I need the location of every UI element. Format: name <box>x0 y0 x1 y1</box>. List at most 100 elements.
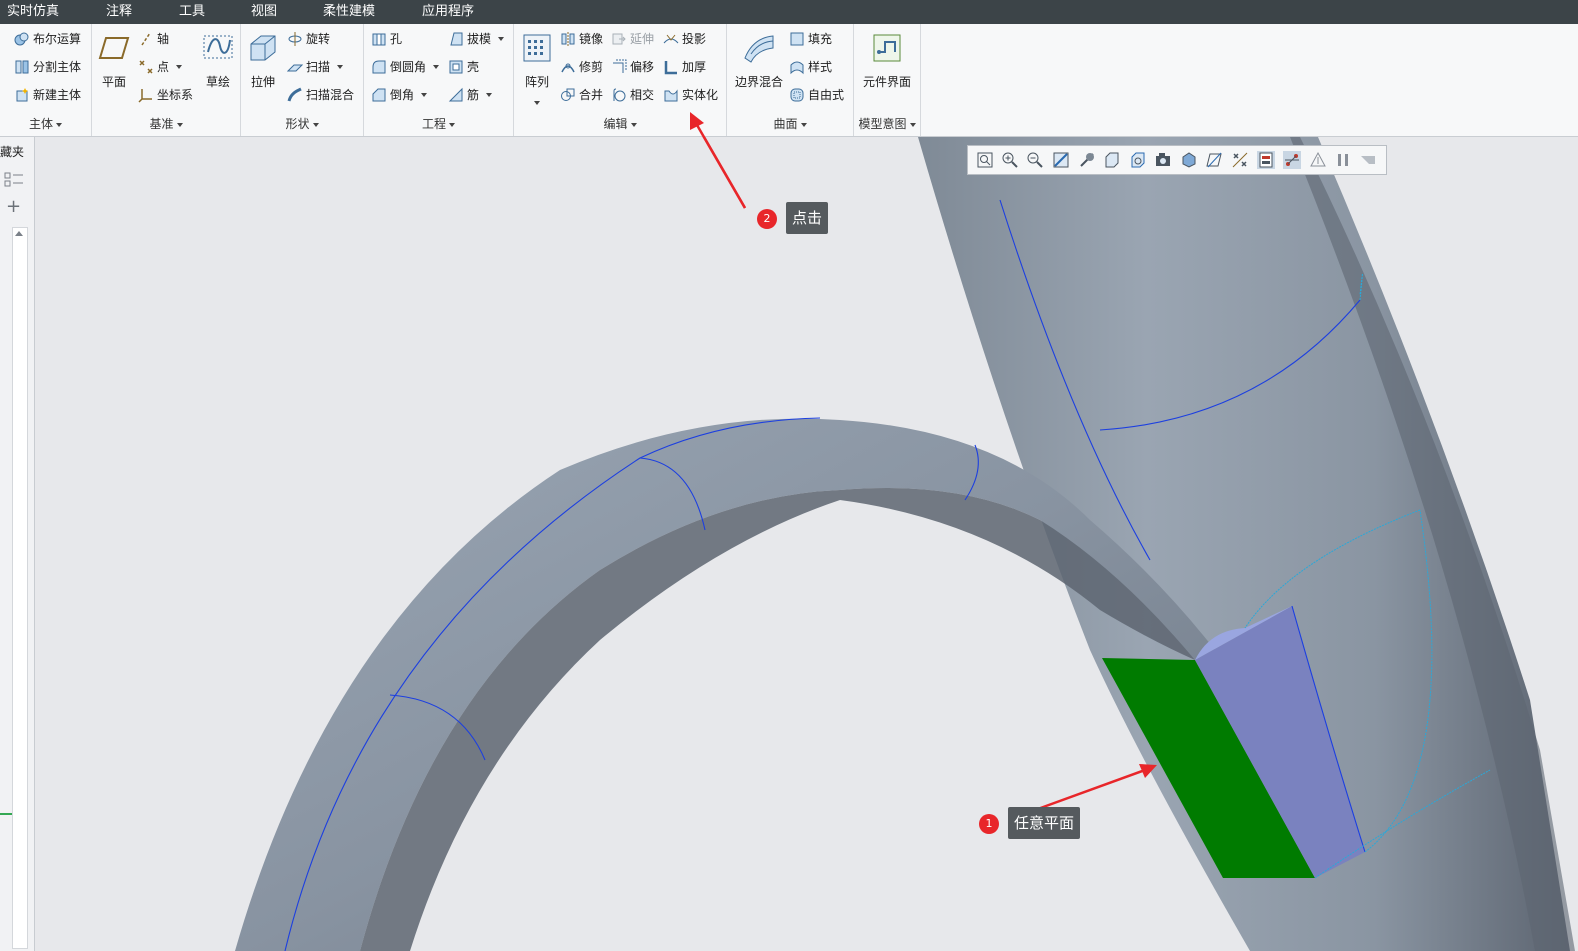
menu-view[interactable]: 视图 <box>251 0 277 24</box>
extrude-button[interactable]: 拉伸 <box>247 32 279 90</box>
menu-flexible-modeling[interactable]: 柔性建模 <box>323 0 375 24</box>
hole-button[interactable]: 孔 <box>371 28 402 50</box>
split-body-button[interactable]: 分割主体 <box>14 56 81 78</box>
offset-button[interactable]: 偏移 <box>611 56 654 78</box>
zoom-fit-icon[interactable] <box>976 151 994 169</box>
intersect-button[interactable]: 相交 <box>611 84 654 106</box>
perspective-icon[interactable] <box>1309 151 1327 169</box>
add-icon[interactable]: + <box>6 198 22 216</box>
favorites-tab[interactable]: 藏夹 <box>0 143 34 161</box>
saved-orientation-icon[interactable] <box>1154 151 1172 169</box>
spin-icon[interactable] <box>1078 151 1096 169</box>
fill-label: 填充 <box>808 32 833 46</box>
offset-icon <box>613 59 627 73</box>
sweep-button[interactable]: 扫描 <box>287 56 344 78</box>
rib-button[interactable]: 筋 <box>448 84 493 106</box>
trim-label: 修剪 <box>579 60 604 74</box>
style-button[interactable]: 样式 <box>789 56 832 78</box>
pattern-label: 阵列 <box>524 75 549 89</box>
new-body-button[interactable]: 新建主体 <box>14 84 81 106</box>
mirror-icon <box>561 32 575 46</box>
named-view-icon[interactable] <box>1103 151 1121 169</box>
solidify-label: 实体化 <box>682 88 719 102</box>
axis-button[interactable]: 轴 <box>138 28 169 50</box>
group-shapes-label[interactable]: 形状 <box>241 115 363 132</box>
model-render[interactable] <box>35 137 1578 951</box>
extend-label: 延伸 <box>630 32 655 46</box>
datum-display-icon[interactable] <box>1205 151 1223 169</box>
draft-label: 拔模 <box>467 32 492 46</box>
offset-label: 偏移 <box>630 60 655 74</box>
menu-simulation[interactable]: 实时仿真 <box>7 0 59 24</box>
pattern-button[interactable]: 阵列 <box>521 32 553 108</box>
display-style-icon[interactable] <box>1180 151 1198 169</box>
chamfer-label: 倒角 <box>390 88 415 102</box>
model-tree-panel: 藏夹 + <box>0 137 35 951</box>
freestyle-button[interactable]: 自由式 <box>789 84 844 106</box>
step1-callout: 任意平面 <box>1008 807 1081 839</box>
round-dropdown-icon <box>433 65 440 69</box>
annotation-display-icon[interactable] <box>1231 151 1249 169</box>
zoom-out-icon[interactable] <box>1026 151 1044 169</box>
flip-icon[interactable] <box>1359 151 1377 169</box>
menu-annotate[interactable]: 注释 <box>106 0 132 24</box>
ribbon: 布尔运算 分割主体 新建主体 主体 平面 轴 点 坐标系 草绘 基准 拉伸 旋转… <box>0 24 1578 137</box>
hole-label: 孔 <box>390 32 403 46</box>
revolve-button[interactable]: 旋转 <box>287 28 330 50</box>
zoom-in-icon[interactable] <box>1001 151 1019 169</box>
mirror-label: 镜像 <box>579 32 604 46</box>
plane-button[interactable]: 平面 <box>98 32 130 90</box>
pause-icon[interactable] <box>1334 151 1352 169</box>
component-interface-button[interactable]: 元件界面 <box>857 32 917 90</box>
chamfer-button[interactable]: 倒角 <box>371 84 428 106</box>
component-interface-label: 元件界面 <box>862 75 911 89</box>
sketch-button[interactable]: 草绘 <box>202 32 234 90</box>
csys-button[interactable]: 坐标系 <box>138 84 193 106</box>
menu-tools[interactable]: 工具 <box>179 0 205 24</box>
group-surfaces: 边界混合 填充 样式 自由式 曲面 <box>727 24 854 136</box>
boolean-button[interactable]: 布尔运算 <box>14 28 81 50</box>
solidify-button[interactable]: 实体化 <box>663 84 718 106</box>
group-model-intent-label[interactable]: 模型意图 <box>854 115 920 132</box>
selection-filter-icon[interactable] <box>1257 151 1275 169</box>
graphics-viewport[interactable] <box>35 137 1578 951</box>
tree-scrollbar[interactable] <box>12 227 28 949</box>
csys-label: 坐标系 <box>157 88 194 102</box>
mirror-button[interactable]: 镜像 <box>560 28 603 50</box>
thicken-icon <box>664 61 677 75</box>
draft-button[interactable]: 拔模 <box>448 28 505 50</box>
extrude-label: 拉伸 <box>250 75 275 89</box>
split-body-icon <box>15 60 29 74</box>
group-shapes: 拉伸 旋转 扫描 扫描混合 形状 <box>241 24 364 136</box>
draft-icon <box>450 32 463 46</box>
group-datum-label[interactable]: 基准 <box>92 115 240 132</box>
menu-applications[interactable]: 应用程序 <box>422 0 474 24</box>
round-button[interactable]: 倒圆角 <box>371 56 440 78</box>
tree-filter-icon[interactable] <box>3 171 25 189</box>
extend-button[interactable]: 延伸 <box>611 28 654 50</box>
group-editing-label[interactable]: 编辑 <box>514 115 726 132</box>
group-engineering-label[interactable]: 工程 <box>364 115 513 132</box>
trim-button[interactable]: 修剪 <box>560 56 603 78</box>
solidify-icon <box>664 89 678 102</box>
sweep-dropdown-icon <box>337 65 344 69</box>
scroll-up-icon[interactable] <box>15 231 23 236</box>
fill-button[interactable]: 填充 <box>789 28 832 50</box>
project-button[interactable]: 投影 <box>663 28 706 50</box>
group-surfaces-label[interactable]: 曲面 <box>727 115 853 132</box>
point-button[interactable]: 点 <box>138 56 183 78</box>
step2-badge: 2 <box>757 209 777 229</box>
spin-center-icon[interactable] <box>1283 151 1301 169</box>
swept-blend-button[interactable]: 扫描混合 <box>287 84 354 106</box>
merge-button[interactable]: 合并 <box>560 84 603 106</box>
repaint-icon[interactable] <box>1052 151 1070 169</box>
view-manager-icon[interactable] <box>1129 151 1147 169</box>
style-icon <box>790 61 804 75</box>
boundary-blend-button[interactable]: 边界混合 <box>732 32 786 90</box>
group-body-label[interactable]: 主体 <box>0 115 91 132</box>
shell-button[interactable]: 壳 <box>448 56 479 78</box>
round-icon <box>372 60 386 74</box>
plane-icon <box>98 37 130 59</box>
thicken-button[interactable]: 加厚 <box>663 56 706 78</box>
graphics-toolbar <box>967 145 1387 175</box>
